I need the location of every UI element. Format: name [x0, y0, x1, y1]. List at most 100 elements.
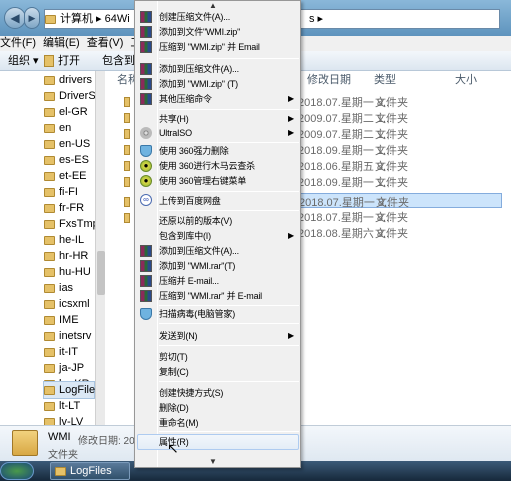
- menu-separator: [159, 58, 299, 59]
- file-row[interactable]: 2018.07.星期一 8... 文件夹: [298, 209, 502, 224]
- rar-icon: [140, 260, 152, 272]
- ball-icon: ●: [140, 160, 152, 172]
- menu-item[interactable]: 添加到 "WMI.rar"(T): [159, 259, 235, 273]
- nav-folder-label: DriverSto: [59, 90, 95, 102]
- menu-item[interactable]: 复制(C): [159, 365, 189, 379]
- shield-icon: [140, 308, 152, 320]
- folder-icon: [44, 155, 55, 165]
- nav-folder[interactable]: lv-LV: [44, 413, 83, 425]
- menu-edit[interactable]: 编辑(E): [43, 37, 80, 49]
- include-button[interactable]: 包含到: [102, 51, 135, 71]
- file-type: 文件夹: [375, 113, 408, 125]
- menu-item[interactable]: 创建压缩文件(A)...: [159, 10, 230, 24]
- folder-icon: [44, 363, 55, 373]
- file-row[interactable]: 2018.09.星期一 1... 文件夹: [298, 174, 502, 189]
- menu-item[interactable]: 剪切(T): [159, 350, 188, 364]
- menu-separator: [159, 381, 299, 382]
- nav-folder-label: lv-LV: [59, 416, 84, 425]
- menu-item[interactable]: 还原以前的版本(V): [159, 214, 232, 228]
- submenu-arrow-icon: ▶: [288, 231, 295, 240]
- folder-icon: [44, 347, 55, 357]
- details-name: WMI: [48, 431, 71, 443]
- rar-icon: [140, 78, 152, 90]
- menu-item[interactable]: 使用 360强力删除: [159, 144, 229, 158]
- nav-folder-label: fr-FR: [59, 202, 85, 214]
- folder-icon: [44, 385, 55, 395]
- menu-item[interactable]: 上传到百度网盘: [159, 194, 221, 208]
- folder-icon: [44, 283, 55, 293]
- nav-folder-label: el-GR: [59, 106, 88, 118]
- menu-item[interactable]: 添加到压缩文件(A)...: [159, 62, 239, 76]
- folder-icon: [44, 417, 55, 425]
- start-button[interactable]: [0, 462, 34, 480]
- nav-folder-label: en: [59, 122, 72, 134]
- folder-icon: [44, 401, 55, 411]
- file-row[interactable]: 2018.08.星期六 8... 文件夹: [298, 225, 502, 240]
- menu-item[interactable]: 使用 360管理右键菜单: [159, 174, 246, 188]
- menu-item[interactable]: 压缩并 E-mail...: [159, 274, 219, 288]
- column-header-size[interactable]: 大小: [455, 71, 477, 89]
- file-type: 文件夹: [376, 197, 409, 209]
- menu-item[interactable]: 使用 360进行木马云查杀: [159, 159, 255, 173]
- file-row-selected[interactable]: 2018.07.星期一 8... 文件夹: [298, 193, 502, 209]
- scroll-up-arrow-icon[interactable]: ▲: [209, 1, 217, 10]
- address-bar-tail[interactable]: s ▸: [300, 9, 500, 29]
- menu-item[interactable]: UltraISO: [159, 126, 192, 140]
- menu-separator: [159, 345, 299, 346]
- nav-folder-label: drivers: [59, 74, 93, 86]
- nav-folder-label: it-IT: [59, 346, 78, 358]
- menu-item[interactable]: 压缩到 "WMI.zip" 并 Email: [159, 40, 260, 54]
- open-icon: [44, 55, 54, 67]
- file-row[interactable]: 2009.07.星期二 1... 文件夹: [298, 126, 502, 141]
- organize-button[interactable]: 组织 ▾: [8, 51, 39, 71]
- file-type: 文件夹: [375, 145, 408, 157]
- nav-folder-label: inetsrv: [59, 330, 92, 342]
- menu-view[interactable]: 查看(V): [87, 37, 124, 49]
- column-header-modified[interactable]: 修改日期: [307, 71, 351, 89]
- menu-item[interactable]: 包含到库中(I): [159, 229, 211, 243]
- file-row[interactable]: 2018.06.星期五 8... 文件夹: [298, 158, 502, 173]
- file-type: 文件夹: [375, 129, 408, 141]
- folder-icon: [44, 107, 55, 117]
- rar-icon: [140, 26, 152, 38]
- shield-icon: [140, 145, 152, 157]
- scroll-down-arrow-icon[interactable]: ▼: [209, 457, 217, 466]
- menu-item[interactable]: 创建快捷方式(S): [159, 386, 223, 400]
- forward-button[interactable]: ▶: [24, 7, 40, 29]
- menu-item[interactable]: 重命名(M): [159, 416, 198, 430]
- menu-item[interactable]: 添加到 "WMI.zip" (T): [159, 77, 238, 91]
- menu-separator: [159, 109, 299, 110]
- nav-scrollbar[interactable]: [95, 71, 105, 425]
- file-type: 文件夹: [375, 161, 408, 173]
- menu-item[interactable]: 发送到(N): [159, 329, 197, 343]
- file-type: 文件夹: [375, 177, 408, 189]
- menu-item[interactable]: 压缩到 "WMI.rar" 并 E-mail: [159, 289, 262, 303]
- menu-item[interactable]: 其他压缩命令: [159, 92, 212, 106]
- menu-item[interactable]: 添加到压缩文件(A)...: [159, 244, 239, 258]
- ball-icon: ●: [140, 175, 152, 187]
- menu-item[interactable]: 扫描病毒(电脑管家): [159, 307, 235, 321]
- rar-icon: [140, 41, 152, 53]
- folder-icon: [124, 213, 130, 223]
- back-button[interactable]: ◀: [4, 7, 26, 29]
- menu-file[interactable]: 文件(F): [0, 37, 36, 49]
- file-row[interactable]: 2018.09.星期一 1... 文件夹: [298, 142, 502, 157]
- file-row[interactable]: 2009.07.星期二 1... 文件夹: [298, 110, 502, 125]
- folder-icon: [44, 251, 55, 261]
- menu-item[interactable]: 删除(D): [159, 401, 189, 415]
- rar-icon: [140, 63, 152, 75]
- menu-item[interactable]: 共享(H): [159, 112, 189, 126]
- column-header-type[interactable]: 类型: [374, 71, 396, 89]
- open-button[interactable]: 打开: [58, 51, 80, 71]
- nav-folder-label: ias: [59, 282, 74, 294]
- folder-icon: [45, 14, 56, 24]
- scrollbar-thumb[interactable]: [97, 251, 105, 295]
- menu-separator: [159, 431, 299, 432]
- folder-icon: [44, 123, 55, 133]
- menu-item[interactable]: 添加到文件"WMI.zip": [159, 25, 240, 39]
- nav-folder-label: es-ES: [59, 154, 89, 166]
- taskbar-window-button[interactable]: LogFiles: [50, 462, 130, 480]
- folder-icon: [44, 203, 55, 213]
- address-bar[interactable]: 计算机 ▸ 64Wi: [44, 9, 140, 29]
- file-row[interactable]: 2018.07.星期一 8... 文件夹: [298, 94, 502, 109]
